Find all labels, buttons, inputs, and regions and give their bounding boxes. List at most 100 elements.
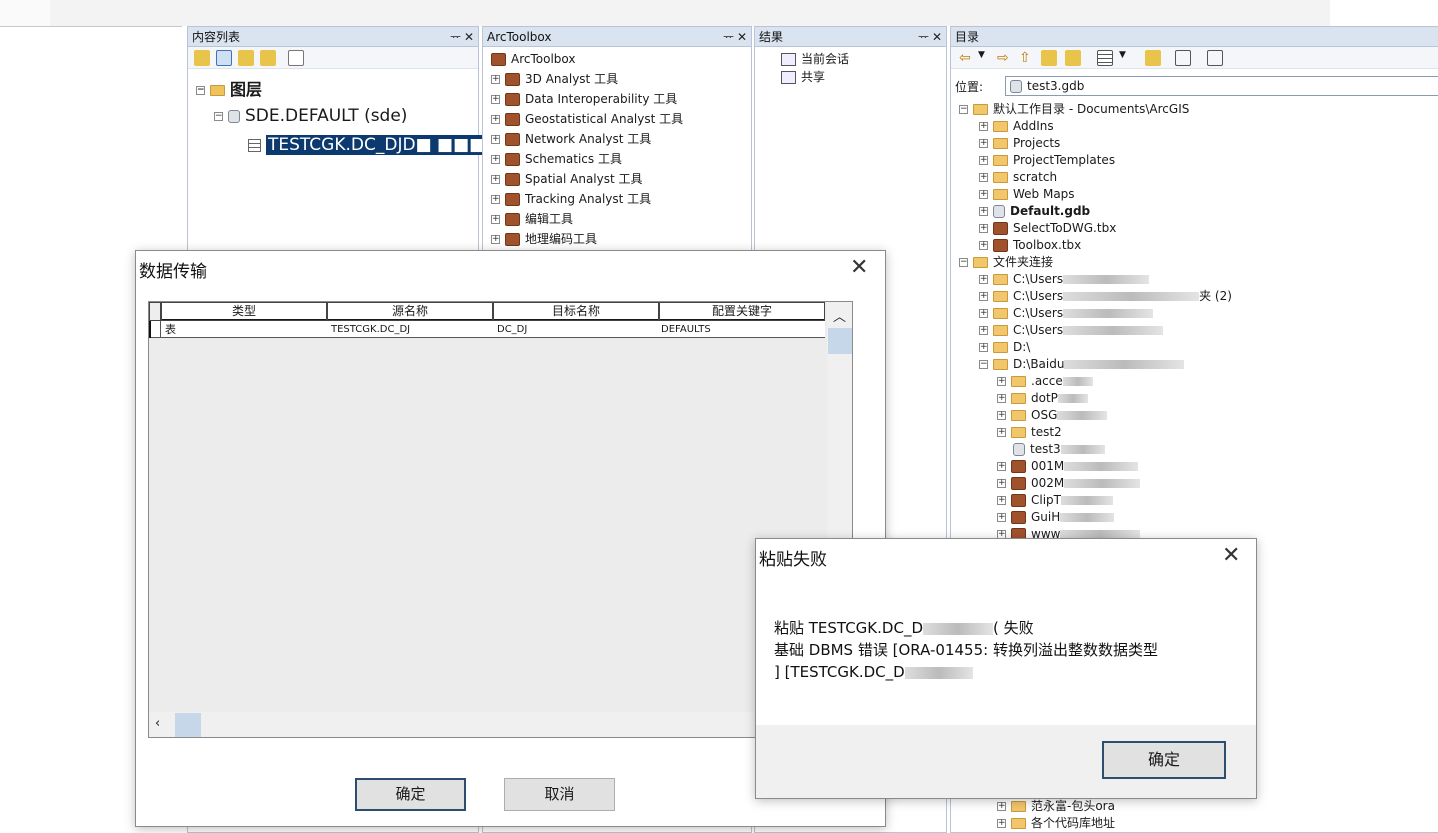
tree-item[interactable]: + 编辑工具 [491,211,573,228]
connect-folder-icon[interactable] [1065,50,1081,66]
tree-item[interactable]: +002M [997,475,1141,492]
col-header-source[interactable]: 源名称 [327,302,493,321]
list-by-source-icon[interactable] [216,50,232,66]
layer-node-selected[interactable]: TESTCGK.DC_DJD■ ■■■ [248,134,488,157]
collapse-icon[interactable]: − [959,105,968,114]
list-by-drawing-order-icon[interactable] [194,50,210,66]
new-folder-icon[interactable] [1145,50,1161,66]
tree-item[interactable]: + Toolbox.tbx [979,237,1081,254]
col-header-type[interactable]: 类型 [161,302,327,321]
tree-item[interactable]: + C:\Users [979,305,1154,322]
horizontal-scrollbar[interactable]: ‹ [149,712,754,737]
tree-item[interactable]: + dotP [997,390,1088,407]
tree-item[interactable]: + Spatial Analyst 工具 [491,171,643,188]
transfer-ok-button[interactable]: 确定 [355,778,466,811]
tree-item[interactable]: + C:\Users [979,271,1150,288]
expand-icon[interactable]: + [491,175,500,184]
tree-item[interactable]: + test2 [997,424,1062,441]
tree-item[interactable]: + AddIns [979,118,1054,135]
tree-item[interactable]: + Geostatistical Analyst 工具 [491,111,683,128]
expand-icon[interactable]: + [979,173,988,182]
tree-item[interactable]: + .acce [997,373,1093,390]
expand-icon[interactable]: + [979,224,988,233]
expand-icon[interactable]: + [997,428,1006,437]
table-row[interactable]: 表 TESTCGK.DC_DJ DC_DJ DEFAULTS [149,321,825,338]
forward-arrow-icon[interactable]: ⇨ [997,50,1013,66]
row-selector[interactable] [149,321,161,338]
cell-target[interactable]: DC_DJ [497,321,657,338]
tree-item[interactable]: + D:\ [979,339,1030,356]
expand-icon[interactable]: + [997,479,1006,488]
tree-item[interactable]: + Tracking Analyst 工具 [491,191,651,208]
tree-item[interactable]: + Data Interoperability 工具 [491,91,677,108]
expand-icon[interactable]: + [979,241,988,250]
close-icon[interactable]: ✕ [932,27,942,47]
location-field[interactable]: test3.gdb [1005,76,1438,96]
expand-icon[interactable]: + [491,95,500,104]
tree-item[interactable]: + OSG [997,407,1108,424]
close-icon[interactable]: ✕ [1222,543,1240,568]
collapse-icon[interactable]: − [959,258,968,267]
expand-icon[interactable]: + [491,155,500,164]
col-header-target[interactable]: 目标名称 [493,302,659,321]
paste-failed-ok-button[interactable]: 确定 [1102,741,1226,779]
up-folder-icon[interactable]: ⇧ [1019,50,1035,66]
expand-icon[interactable]: + [997,802,1006,811]
tree-item[interactable]: − 默认工作目录 - Documents\ArcGIS [959,101,1189,118]
expand-icon[interactable]: + [997,496,1006,505]
expand-icon[interactable]: + [997,411,1006,420]
expand-icon[interactable]: + [979,156,988,165]
tree-item[interactable]: +001M [997,458,1139,475]
tree-item[interactable]: + GuiH [997,509,1115,526]
layers-node[interactable]: − 图层 [196,81,262,98]
collapse-icon[interactable]: − [214,111,223,121]
toc-options-icon[interactable] [288,50,304,66]
expand-icon[interactable]: + [491,195,500,204]
expand-icon[interactable]: + [491,235,500,244]
tree-item[interactable]: +3D Analyst 工具 [491,71,618,88]
expand-icon[interactable]: + [997,394,1006,403]
tree-view-icon[interactable] [1175,50,1191,66]
close-icon[interactable]: ✕ [464,27,474,47]
back-dropdown-icon[interactable]: ▼ [978,50,994,66]
close-icon[interactable]: ✕ [850,255,868,280]
tree-item[interactable]: + C:\Users 夹 (2) [979,288,1232,305]
expand-icon[interactable]: + [491,75,500,84]
tree-item[interactable]: test3 [997,441,1105,458]
expand-icon[interactable]: + [979,190,988,199]
col-header-keyword[interactable]: 配置关键字 [659,302,825,321]
cell-source[interactable]: TESTCGK.DC_DJ [331,321,491,338]
tree-item[interactable]: − D:\Baidu [979,356,1185,373]
expand-icon[interactable]: + [491,215,500,224]
scroll-up-icon[interactable]: ︿ [833,306,846,325]
tree-item[interactable]: + 地理编码工具 [491,231,597,248]
pin-icon[interactable]: ᅲ [723,27,734,47]
transfer-cancel-button[interactable]: 取消 [504,778,615,811]
expand-icon[interactable]: + [979,326,988,335]
tree-item[interactable]: + Web Maps [979,186,1075,203]
expand-icon[interactable]: + [979,292,988,301]
catalog-options-icon[interactable] [1207,50,1223,66]
expand-icon[interactable]: + [997,377,1006,386]
tree-item[interactable]: + Schematics 工具 [491,151,622,168]
collapse-icon[interactable]: − [979,360,988,369]
tree-item[interactable]: + 范永富-包头ora [997,798,1115,815]
expand-icon[interactable]: + [979,122,988,131]
expand-icon[interactable]: + [997,819,1006,828]
expand-icon[interactable]: + [491,115,500,124]
expand-icon[interactable]: + [979,139,988,148]
expand-icon[interactable]: + [979,207,988,216]
expand-icon[interactable]: + [979,309,988,318]
scroll-left-icon[interactable]: ‹ [155,716,160,731]
collapse-icon[interactable]: − [196,86,205,95]
pin-icon[interactable]: ᅲ [918,27,929,47]
results-item-shared[interactable]: 共享 [781,69,825,86]
tree-item[interactable]: + 各个代码库地址 [997,815,1115,832]
back-arrow-icon[interactable]: ⇦ [959,50,975,66]
pin-icon[interactable]: ᅲ [450,27,461,47]
expand-icon[interactable]: + [979,343,988,352]
hscroll-thumb[interactable] [175,713,201,737]
tree-item[interactable]: + scratch [979,169,1057,186]
cell-type[interactable]: 表 [165,321,325,338]
expand-icon[interactable]: + [979,275,988,284]
